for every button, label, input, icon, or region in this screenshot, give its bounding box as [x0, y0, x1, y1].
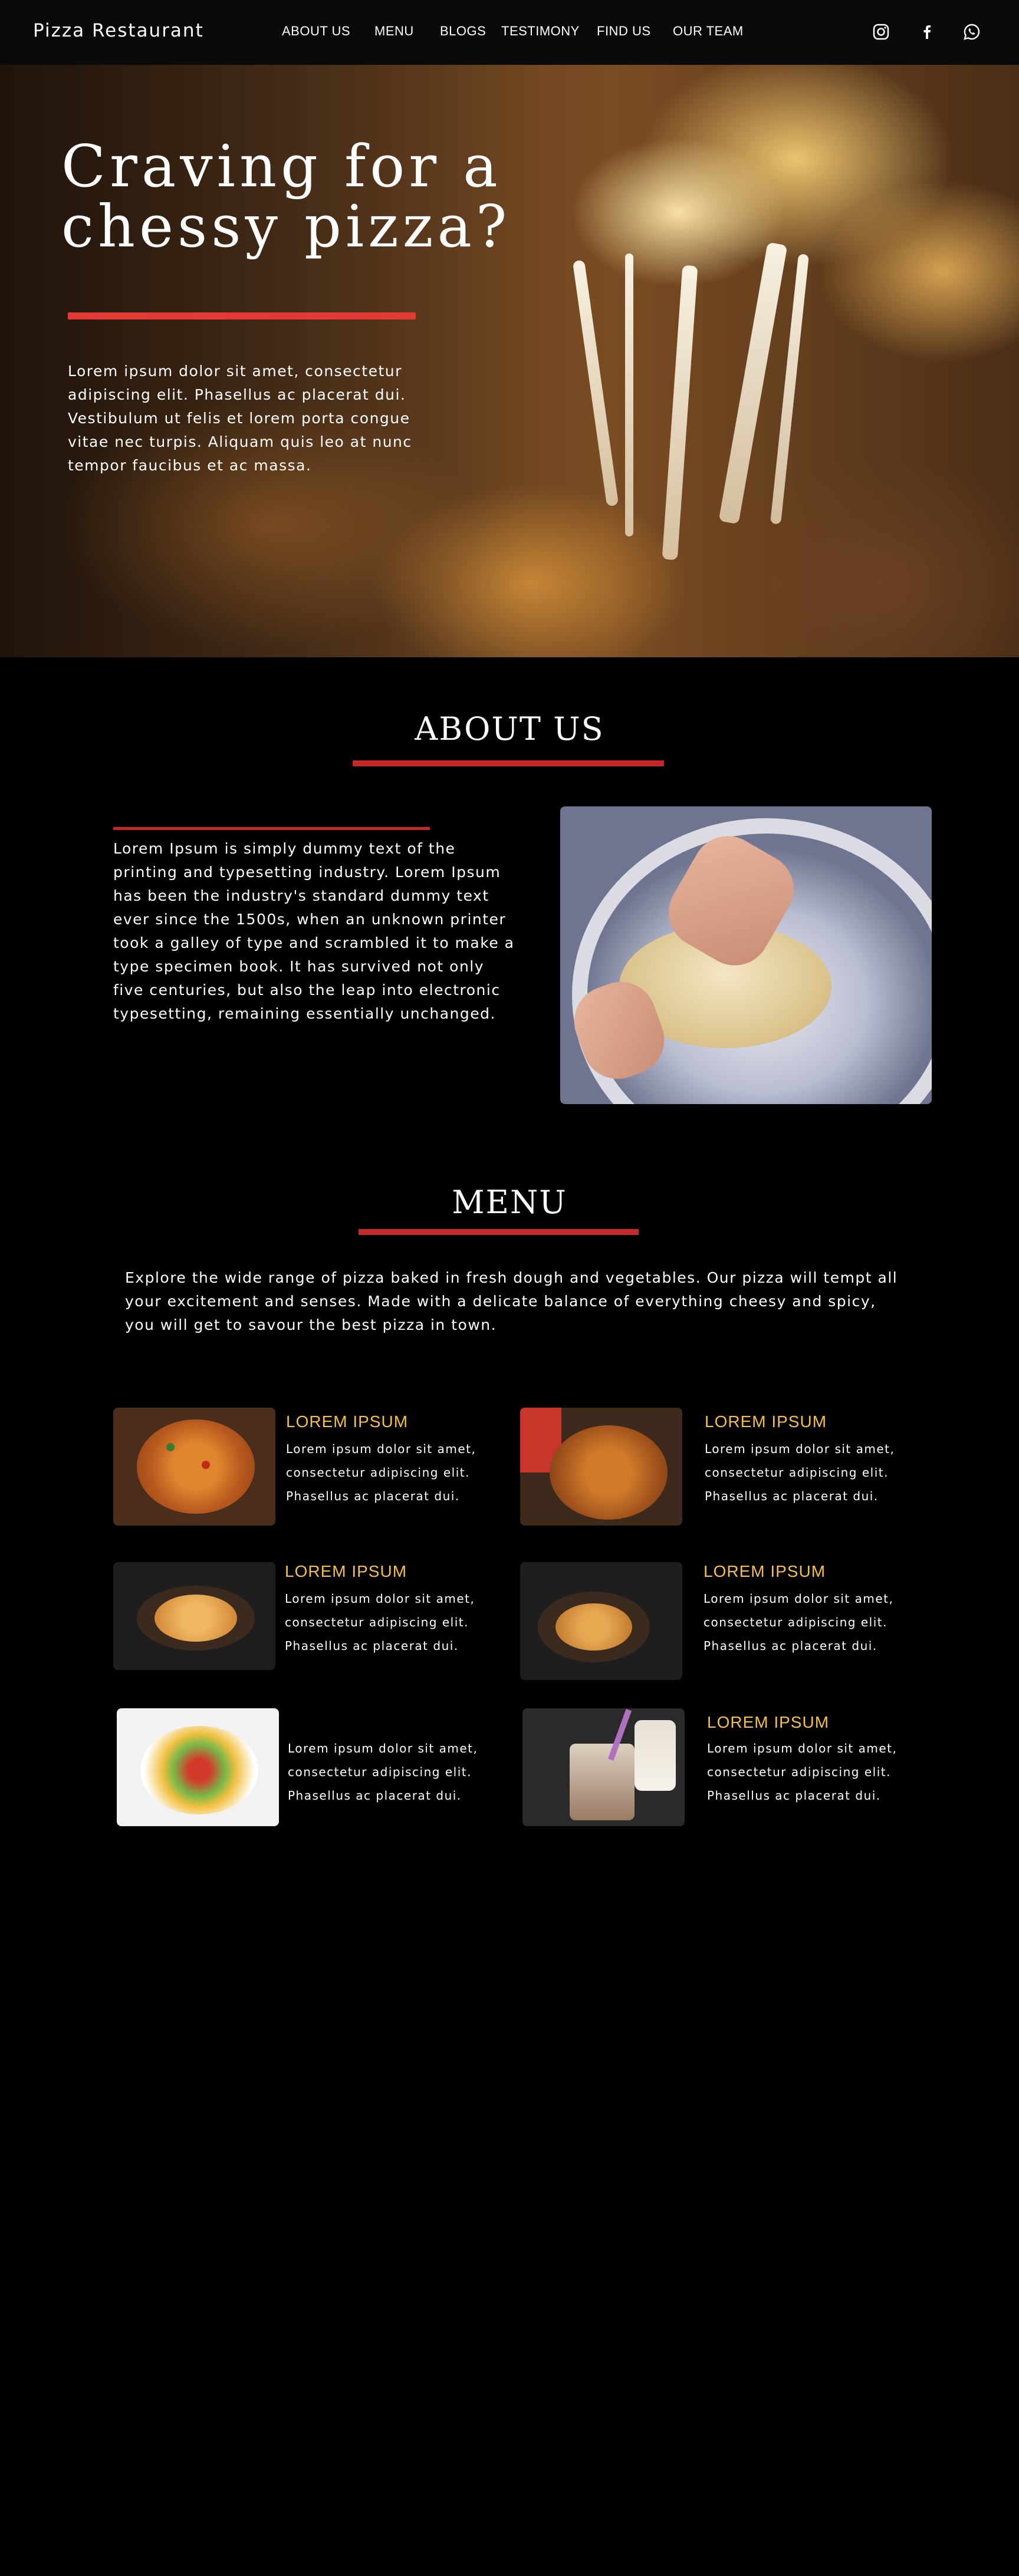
menu-item-description: Lorem ipsum dolor sit amet, consectetur … — [288, 1741, 478, 1803]
menu-item-image — [113, 1562, 275, 1670]
menu-item-heading: LOREM IPSUM — [285, 1562, 407, 1580]
menu-item-image — [113, 1408, 275, 1526]
menu-item-heading: LOREM IPSUM — [705, 1412, 827, 1431]
menu-item-image — [117, 1708, 279, 1826]
menu-item-image — [520, 1562, 682, 1680]
hero-title: Craving for a chessy pizza? — [61, 137, 533, 257]
about-title-underline — [353, 760, 664, 766]
menu-item-heading: LOREM IPSUM — [286, 1412, 409, 1431]
menu-item-description: Lorem ipsum dolor sit amet, consectetur … — [707, 1741, 898, 1803]
menu-title-underline — [359, 1229, 639, 1235]
facebook-icon[interactable] — [918, 22, 936, 41]
nav-link-about-us[interactable]: ABOUT US — [282, 24, 350, 39]
menu-item-description: Lorem ipsum dolor sit amet, consectetur … — [285, 1592, 475, 1653]
brand-logo[interactable]: Pizza Restaurant — [33, 20, 204, 41]
cheese-strand — [662, 265, 698, 561]
hero-text: Lorem ipsum dolor sit amet, consectetur … — [68, 363, 412, 474]
hero-title-line-2: chessy pizza? — [61, 193, 511, 261]
menu-item-heading: LOREM IPSUM — [707, 1713, 830, 1731]
about-title: ABOUT US — [415, 710, 604, 747]
hero-title-line-1: Craving for a — [61, 133, 502, 200]
dough-kneading-image — [560, 806, 932, 1104]
menu-title: MENU — [452, 1184, 567, 1221]
instagram-icon[interactable] — [872, 22, 890, 41]
nav-link-blogs[interactable]: BLOGS — [440, 24, 486, 39]
menu-item-description: Lorem ipsum dolor sit amet, consectetur … — [705, 1442, 895, 1503]
navbar: Pizza Restaurant ABOUT US MENU BLOGS TES… — [0, 0, 1019, 65]
menu-item-heading: LOREM IPSUM — [704, 1562, 826, 1580]
about-text-rule — [113, 827, 430, 830]
nav-link-menu[interactable]: MENU — [374, 24, 414, 39]
cheese-strand — [572, 259, 619, 507]
nav-link-testimony[interactable]: TESTIMONY — [501, 24, 580, 39]
menu-item-description: Lorem ipsum dolor sit amet, consectetur … — [704, 1592, 894, 1653]
nav-link-our-team[interactable]: OUR TEAM — [673, 24, 744, 39]
cheese-strand — [625, 253, 633, 536]
menu-intro: Explore the wide range of pizza baked in… — [125, 1269, 898, 1333]
menu-item-description: Lorem ipsum dolor sit amet, consectetur … — [286, 1442, 476, 1503]
hero-divider — [68, 312, 416, 319]
menu-item-image — [520, 1408, 682, 1526]
whatsapp-icon[interactable] — [962, 22, 981, 41]
hero-banner: Craving for a chessy pizza? Lorem ipsum … — [0, 65, 1019, 657]
nav-link-find-us[interactable]: FIND US — [597, 24, 651, 39]
menu-item-image — [522, 1708, 685, 1826]
about-text: Lorem Ipsum is simply dummy text of the … — [113, 840, 515, 1022]
